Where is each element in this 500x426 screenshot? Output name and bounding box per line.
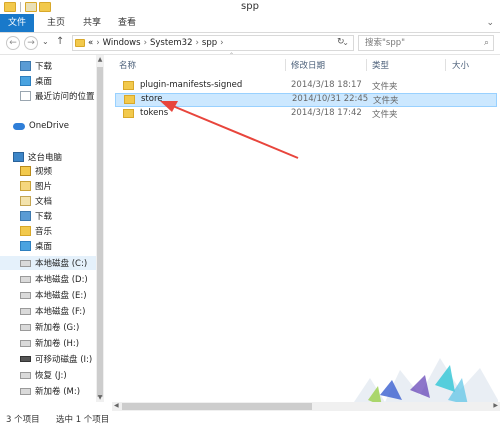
scroll-down-icon[interactable]: ▼ xyxy=(96,394,104,401)
nav-item-documents[interactable]: 文档 xyxy=(20,194,52,208)
search-icon[interactable]: ⌕ xyxy=(484,36,489,50)
table-row[interactable]: plugin-manifests-signed 2014/3/18 18:17 … xyxy=(115,79,497,93)
usb-drive-icon xyxy=(20,356,31,362)
scrollbar-thumb[interactable] xyxy=(122,403,312,410)
drive-icon xyxy=(20,307,31,315)
back-button[interactable]: ← xyxy=(6,36,20,50)
breadcrumb-windows[interactable]: Windows xyxy=(103,38,141,48)
file-type: 文件夹 xyxy=(372,82,398,92)
status-bar: 3 个项目 选中 1 个项目 xyxy=(0,411,500,426)
up-button[interactable]: ↑ xyxy=(56,36,64,47)
documents-icon xyxy=(20,196,31,206)
expand-ribbon-chevron-icon[interactable]: ⌄ xyxy=(486,18,494,28)
nav-item-drive-c[interactable]: 本地磁盘 (C:) xyxy=(0,256,96,270)
scroll-right-icon[interactable]: ▶ xyxy=(493,402,498,409)
videos-icon xyxy=(20,166,31,176)
file-date: 2014/3/18 18:17 xyxy=(291,80,362,90)
table-row[interactable]: tokens 2014/3/18 17:42 文件夹 xyxy=(115,107,497,121)
file-list: 名称 ⌃ 修改日期 类型 大小 plugin-manifests-signed … xyxy=(107,52,500,402)
breadcrumb-spp[interactable]: spp xyxy=(202,38,217,48)
navigation-bar: ← → ⌄ ↑ « › Windows › System32 › spp › ⌄… xyxy=(0,33,500,55)
folder-icon xyxy=(123,108,134,118)
column-header-size[interactable]: 大小 xyxy=(452,59,469,71)
nav-item-downloads[interactable]: 下载 xyxy=(20,209,52,223)
nav-item-drive-j[interactable]: 恢复 (J:) xyxy=(20,368,67,382)
nav-item-desktop[interactable]: 桌面 xyxy=(20,239,52,253)
recent-places-icon xyxy=(20,91,31,101)
scroll-left-icon[interactable]: ◀ xyxy=(114,402,119,409)
column-header-type[interactable]: 类型 xyxy=(372,59,389,71)
file-date: 2014/3/18 17:42 xyxy=(291,108,362,118)
scrollbar-thumb[interactable] xyxy=(97,67,103,397)
navigation-pane-scrollbar[interactable]: ▲ ▼ xyxy=(96,55,104,402)
column-divider[interactable] xyxy=(366,59,367,71)
music-icon xyxy=(20,226,31,236)
nav-item-drive-i[interactable]: 可移动磁盘 (I:) xyxy=(20,352,92,366)
folder-icon xyxy=(124,94,135,104)
download-folder-icon xyxy=(20,61,31,71)
nav-item-drive-g[interactable]: 新加卷 (G:) xyxy=(20,320,79,334)
ribbon-tabs: 文件 主页 共享 查看 ⌄ xyxy=(0,14,500,33)
nav-item-pictures[interactable]: 图片 xyxy=(20,179,52,193)
column-divider[interactable] xyxy=(285,59,286,71)
nav-item-this-pc[interactable]: 这台电脑 xyxy=(13,150,62,164)
folder-icon xyxy=(75,39,85,47)
refresh-icon[interactable]: ↻ xyxy=(337,37,345,47)
title-bar: spp xyxy=(0,0,500,14)
scroll-up-icon[interactable]: ▲ xyxy=(96,56,104,63)
column-divider[interactable] xyxy=(445,59,446,71)
drive-icon xyxy=(20,275,31,283)
nav-item-downloads-quick[interactable]: 下载 xyxy=(20,59,52,73)
column-header-name[interactable]: 名称 xyxy=(119,59,136,71)
nav-item-onedrive[interactable]: OneDrive xyxy=(13,119,69,133)
drive-icon xyxy=(20,291,31,299)
drive-icon xyxy=(20,323,31,331)
breadcrumb-root[interactable]: « xyxy=(88,38,93,48)
horizontal-scrollbar[interactable]: ◀ ▶ xyxy=(112,402,500,411)
sort-indicator-icon: ⌃ xyxy=(229,52,235,59)
nav-item-drive-h[interactable]: 新加卷 (H:) xyxy=(20,336,79,350)
onedrive-icon xyxy=(13,122,25,130)
search-input[interactable]: 搜索"spp" ⌕ xyxy=(358,35,494,51)
nav-item-recent-places[interactable]: 最近访问的位置 xyxy=(20,89,95,103)
nav-item-music[interactable]: 音乐 xyxy=(20,224,52,238)
forward-button[interactable]: → xyxy=(24,36,38,50)
breadcrumb-system32[interactable]: System32 xyxy=(150,38,193,48)
file-type: 文件夹 xyxy=(373,96,399,106)
selection-count: 选中 1 个项目 xyxy=(56,415,110,425)
tab-view[interactable]: 查看 xyxy=(118,14,136,32)
recent-locations-chevron-icon[interactable]: ⌄ xyxy=(42,37,49,46)
file-name: store xyxy=(141,94,163,104)
file-name: plugin-manifests-signed xyxy=(140,80,243,90)
drive-icon xyxy=(20,371,31,379)
window-title: spp xyxy=(241,1,259,12)
drive-icon xyxy=(20,259,31,267)
navigation-pane: 下载 桌面 最近访问的位置 OneDrive 这台电脑 视频 图片 文档 下载 … xyxy=(0,55,96,402)
nav-item-drive-m[interactable]: 新加卷 (M:) xyxy=(20,384,80,398)
folder-icon xyxy=(123,80,134,90)
drive-icon xyxy=(20,339,31,347)
nav-item-drive-e[interactable]: 本地磁盘 (E:) xyxy=(20,288,87,302)
this-pc-icon xyxy=(13,152,24,162)
file-type: 文件夹 xyxy=(372,110,398,120)
desktop-icon xyxy=(20,76,31,86)
table-row-selected[interactable]: store 2014/10/31 22:45 文件夹 xyxy=(115,93,497,107)
downloads-icon xyxy=(20,211,31,221)
tab-file[interactable]: 文件 xyxy=(0,14,34,32)
file-date: 2014/10/31 22:45 xyxy=(292,94,369,104)
nav-item-desktop-quick[interactable]: 桌面 xyxy=(20,74,52,88)
desktop-icon xyxy=(20,241,31,251)
item-count: 3 个项目 xyxy=(6,415,40,425)
tab-share[interactable]: 共享 xyxy=(83,14,101,32)
file-name: tokens xyxy=(140,108,169,118)
column-header-date[interactable]: 修改日期 xyxy=(291,59,325,71)
tab-home[interactable]: 主页 xyxy=(47,14,65,32)
nav-item-drive-d[interactable]: 本地磁盘 (D:) xyxy=(20,272,88,286)
address-bar[interactable]: « › Windows › System32 › spp › ⌄ xyxy=(72,35,354,51)
nav-item-drive-f[interactable]: 本地磁盘 (F:) xyxy=(20,304,85,318)
pictures-icon xyxy=(20,181,31,191)
drive-icon xyxy=(20,387,31,395)
nav-item-videos[interactable]: 视频 xyxy=(20,164,52,178)
